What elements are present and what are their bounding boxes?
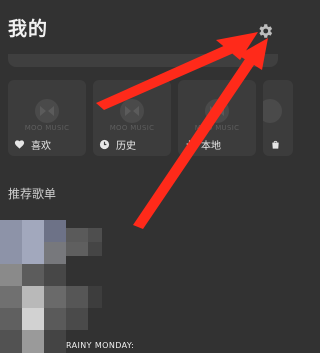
playlist-caption: RAINY MONDAY: — [66, 341, 135, 350]
settings-button[interactable] — [254, 20, 276, 42]
card-label-text: 历史 — [116, 140, 136, 152]
section-title-recommended: 推荐歌单 — [8, 187, 57, 201]
heart-icon — [14, 139, 25, 150]
bag-icon — [270, 139, 281, 150]
card-label-more — [270, 136, 281, 152]
card-label-text: 喜欢 — [31, 140, 51, 152]
card-label-text: 本地 — [201, 140, 221, 152]
card-label-local: 本地 — [184, 136, 221, 152]
card-brand: MOO MUSIC — [194, 124, 240, 132]
download-icon — [184, 139, 195, 150]
clock-icon — [99, 139, 110, 150]
card-brand: MOO MUSIC — [109, 124, 155, 132]
card-label-favorites: 喜欢 — [14, 136, 51, 152]
gear-icon — [259, 24, 273, 38]
search-bar[interactable] — [8, 54, 278, 67]
page-title: 我的 — [8, 18, 49, 40]
card-label-history: 历史 — [99, 136, 136, 152]
moo-music-logo — [263, 98, 285, 128]
card-brand: MOO MUSIC — [24, 124, 70, 132]
playlist-cover[interactable] — [0, 220, 110, 353]
